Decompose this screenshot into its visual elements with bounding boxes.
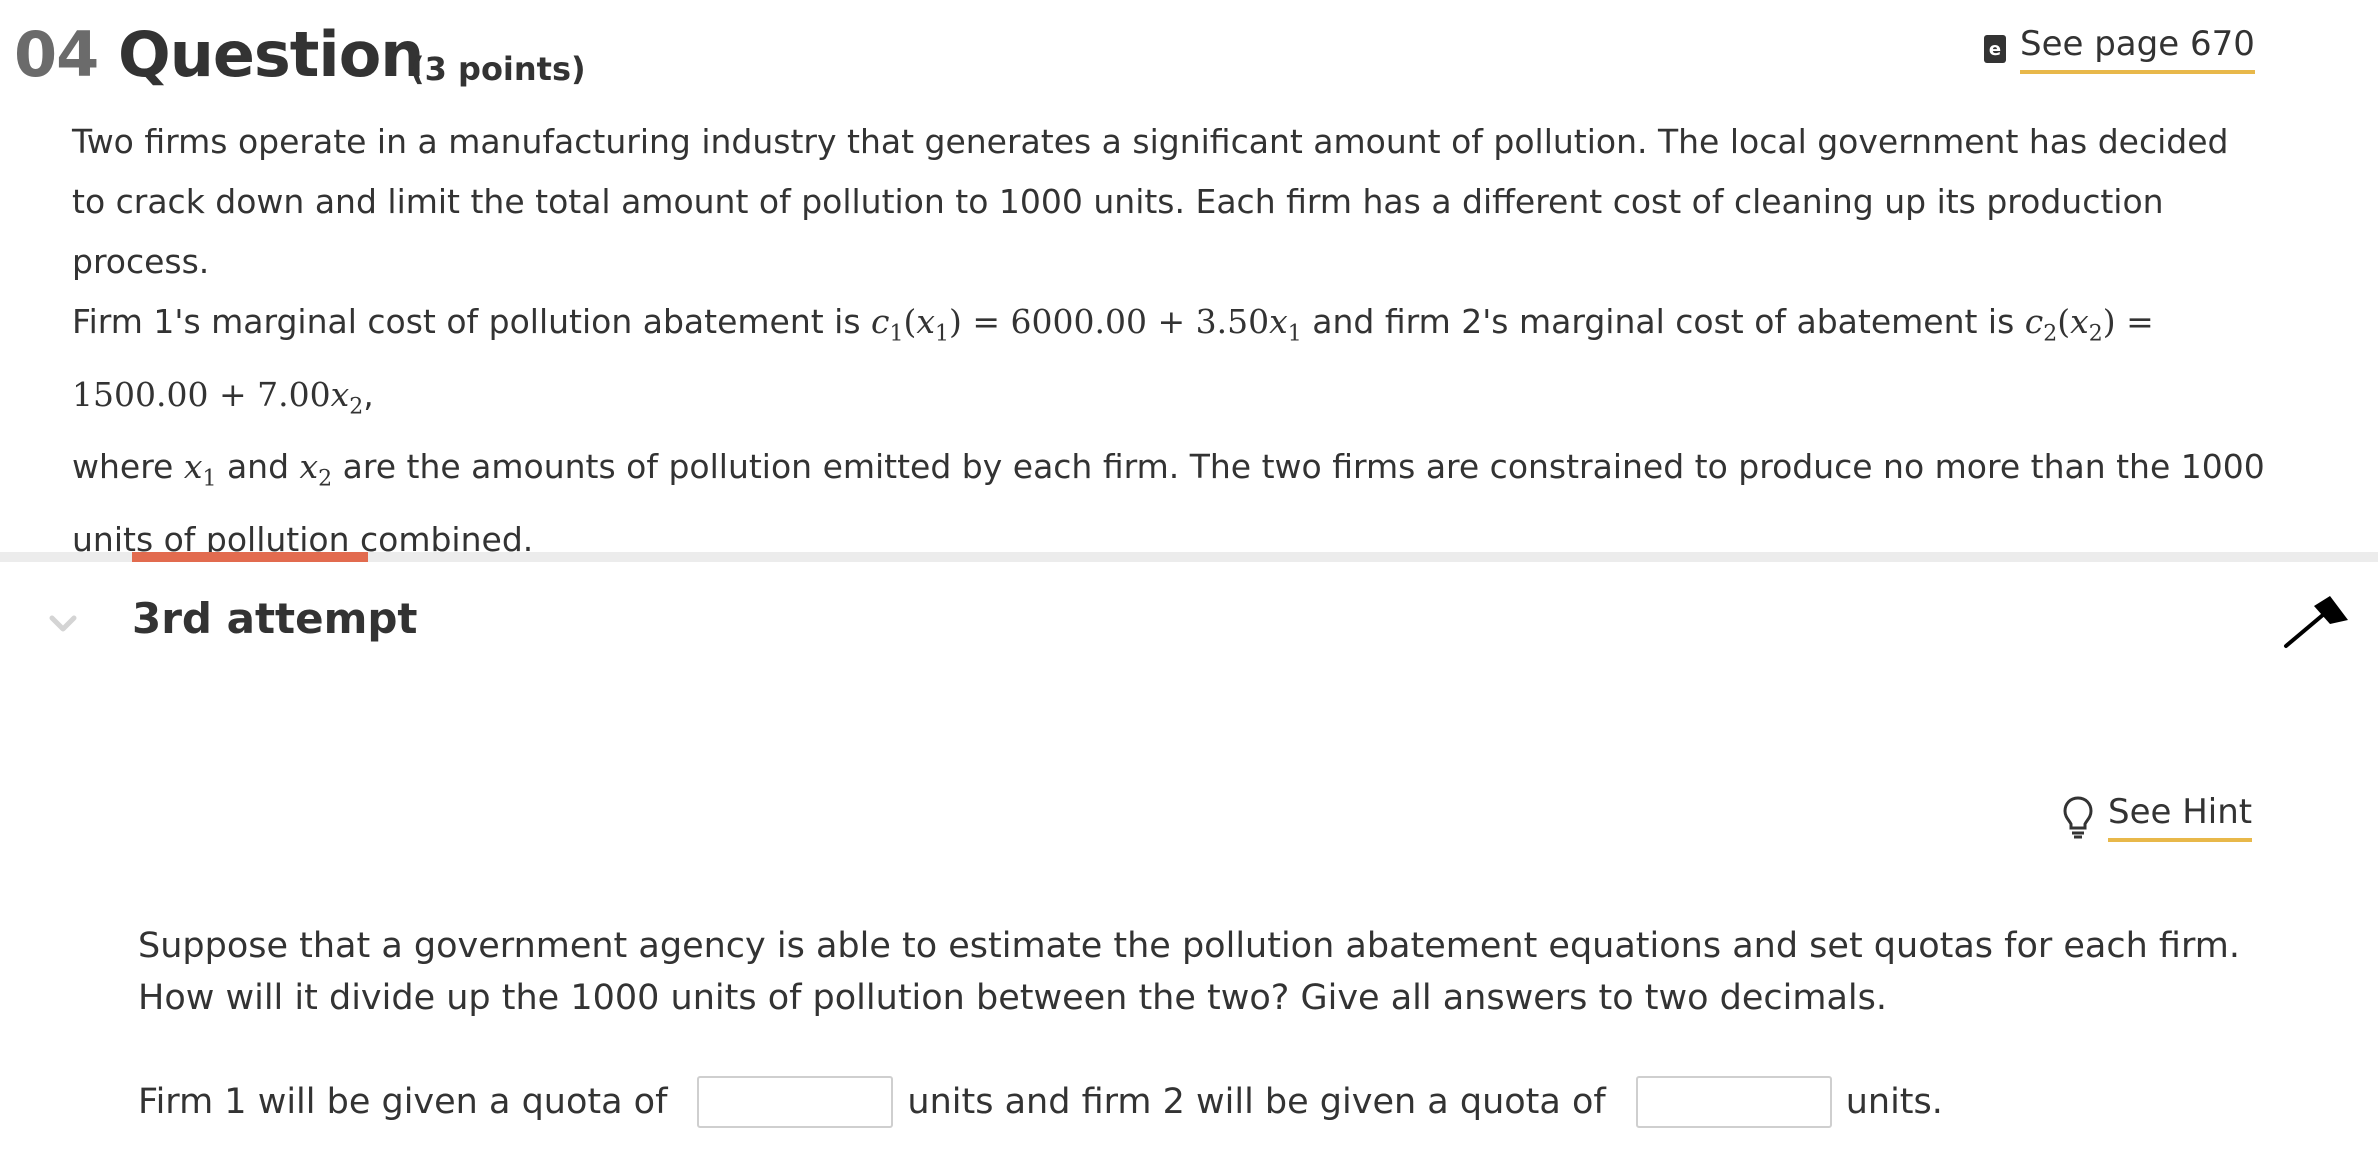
attempt-accent-bar [132, 552, 368, 562]
problem-paragraph-1: Two firms operate in a manufacturing ind… [72, 122, 2229, 281]
answer-prefix: Firm 1 will be given a quota of [138, 1082, 668, 1122]
question-points: (3 points) [410, 50, 586, 88]
lightbulb-icon [2063, 796, 2093, 839]
answer-middle: units and firm 2 will be given a quota o… [907, 1082, 1606, 1122]
question-number: 04 [14, 18, 99, 91]
variable-x2: x2 [299, 447, 333, 492]
cursor-arrow-icon [2284, 596, 2348, 648]
variable-x1: x1 [183, 447, 217, 492]
see-hint-label[interactable]: See Hint [2108, 792, 2253, 842]
see-page-label[interactable]: See page 670 [2020, 24, 2255, 74]
question-prompt: Suppose that a government agency is able… [138, 926, 2240, 1018]
ebook-icon: e [1984, 35, 2006, 63]
see-hint-link[interactable]: See Hint [2062, 792, 2253, 842]
firm1-quota-input[interactable] [697, 1076, 894, 1128]
attempt-title[interactable]: 3rd attempt [132, 594, 418, 643]
see-page-link[interactable]: e See page 670 [1984, 24, 2255, 74]
chevron-down-icon[interactable] [48, 608, 78, 638]
problem-paragraph-2: Firm 1's marginal cost of pollution abat… [72, 302, 2265, 559]
cost-equation-firm1: c1(x1) = 6000.00 + 3.50x1 [871, 302, 1302, 347]
firm2-quota-input[interactable] [1635, 1076, 1832, 1128]
answer-suffix: units. [1845, 1082, 1943, 1122]
question-title: Question [118, 18, 424, 91]
answer-row: Firm 1 will be given a quota of units an… [138, 1076, 1943, 1128]
